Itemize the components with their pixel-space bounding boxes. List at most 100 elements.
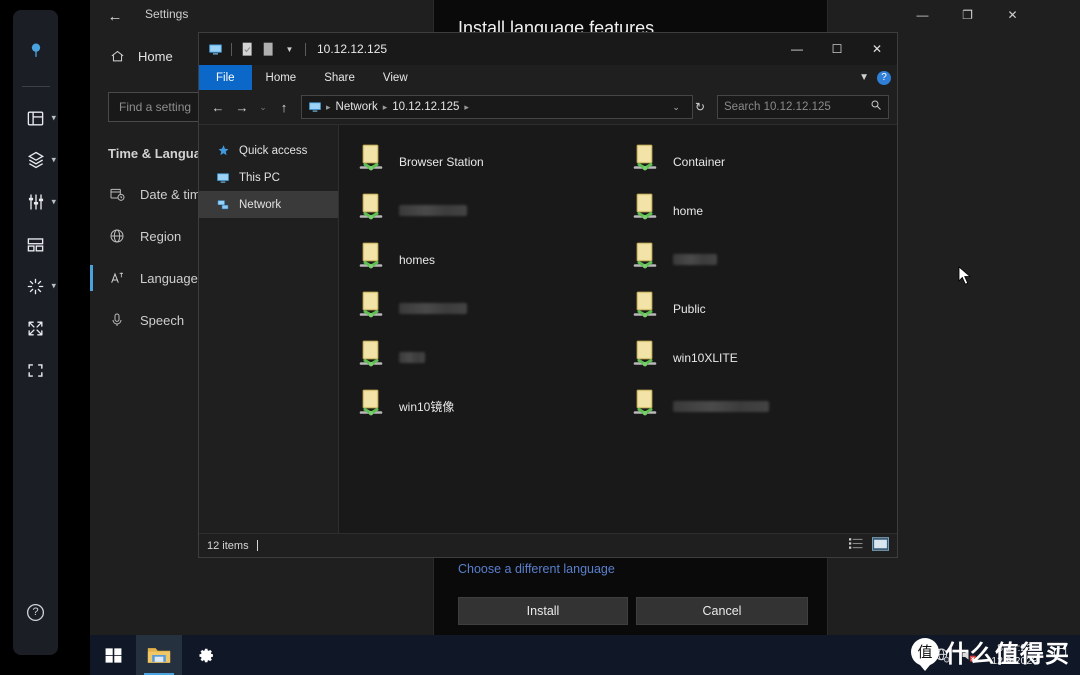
network-share-folder-icon [629, 290, 661, 327]
new-folder-icon[interactable] [260, 41, 277, 58]
expand-ribbon-chevron-icon[interactable]: ▼ [859, 72, 869, 83]
sidebar-item-label: Language [140, 270, 198, 286]
settings-close-button[interactable]: ✕ [990, 0, 1035, 30]
network-share-folder-icon [629, 143, 661, 180]
explorer-maximize-button[interactable]: ☐ [817, 33, 857, 65]
search-input[interactable]: Search 10.12.12.125 [717, 95, 889, 119]
recent-locations-button[interactable]: ⌄ [255, 95, 271, 119]
address-history-chevron-icon[interactable]: ⌄ [664, 102, 688, 113]
tab-share[interactable]: Share [310, 65, 369, 90]
network-share-folder-icon [629, 241, 661, 278]
settings-window-title: Settings [145, 7, 189, 21]
sliders-adjust-icon[interactable]: ▾ [13, 181, 58, 223]
file-item-label: Public [673, 301, 706, 316]
settings-nav-home-label: Home [138, 48, 173, 64]
crop-frame-icon[interactable] [13, 349, 58, 391]
file-item[interactable]: home [623, 186, 897, 235]
desktop-screen: ▾ ▾ ▾ ▾ ? — ❐ ✕ ← Settings Home Find a s… [0, 0, 1080, 675]
file-item-label [399, 352, 425, 363]
sidebar-item-quick-access[interactable]: Quick access [199, 137, 338, 164]
clock[interactable]: 8:27:23 12/9/2023 [987, 642, 1042, 668]
breadcrumb-host[interactable]: 10.12.12.125 [389, 101, 462, 113]
location-pin-icon[interactable] [13, 30, 58, 72]
settings-minimize-button[interactable]: — [900, 0, 945, 30]
tab-file[interactable]: File [199, 65, 252, 90]
properties-icon[interactable] [239, 41, 256, 58]
file-item[interactable] [349, 186, 623, 235]
file-item[interactable] [349, 333, 623, 382]
this-pc-icon[interactable] [207, 41, 224, 58]
search-icon [870, 98, 882, 116]
refresh-button[interactable]: ↻ [695, 100, 709, 114]
details-view-icon[interactable] [849, 537, 864, 555]
explorer-minimize-button[interactable]: — [777, 33, 817, 65]
microphone-icon [108, 311, 126, 329]
file-item-label: win10镜像 [399, 400, 455, 414]
choose-different-language-link[interactable]: Choose a different language [458, 562, 615, 576]
file-item-label [673, 254, 717, 265]
file-item[interactable]: Container [623, 137, 897, 186]
taskbar-settings[interactable] [182, 635, 228, 675]
chevron-down-icon[interactable]: ▾ [51, 113, 56, 123]
chevron-down-icon[interactable]: ▾ [51, 281, 56, 291]
file-item[interactable]: homes [349, 235, 623, 284]
action-center-icon[interactable] [1052, 646, 1070, 664]
globe-network-warning-icon[interactable] [934, 647, 950, 663]
customize-qat-chevron-icon[interactable]: ▼ [281, 41, 298, 58]
expand-arrows-icon[interactable] [13, 307, 58, 349]
file-item[interactable]: Public [623, 284, 897, 333]
file-item[interactable] [349, 284, 623, 333]
status-caret [256, 540, 258, 551]
breadcrumb-separator: ▸ [464, 101, 469, 112]
chevron-down-icon[interactable]: ▾ [51, 155, 56, 165]
explorer-ribbon-tabs: File Home Share View ▼ ? [199, 65, 897, 90]
start-button[interactable] [90, 635, 136, 675]
file-item[interactable]: win10镜像 [349, 382, 623, 431]
large-icons-view-icon[interactable] [872, 536, 889, 556]
explorer-body: Quick access This PC Network Browser Sta… [199, 124, 897, 533]
breadcrumb-network[interactable]: Network [333, 101, 381, 113]
file-item-label: Browser Station [399, 154, 484, 169]
file-item-label [399, 205, 467, 216]
chevron-down-icon[interactable]: ▾ [51, 197, 56, 207]
sidebar-item-label: Network [239, 198, 282, 211]
help-icon[interactable]: ? [877, 70, 891, 85]
explorer-file-list[interactable]: Browser Station Container home homes Pub… [339, 125, 897, 533]
forward-button[interactable]: → [231, 95, 253, 119]
back-button[interactable]: ← [207, 95, 229, 119]
explorer-navigation-bar: ← → ⌄ ↑ ▸ Network ▸ 10.12.12.125 ▸ ⌄ ↻ S… [199, 90, 897, 124]
sidebar-item-label: Speech [140, 312, 185, 328]
file-item[interactable]: win10XLITE [623, 333, 897, 382]
layout-panel-icon[interactable]: ▾ [13, 97, 58, 139]
layers-stack-icon[interactable]: ▾ [13, 139, 58, 181]
tray-overflow-chevron-icon[interactable]: ⌃ [914, 648, 924, 662]
up-button[interactable]: ↑ [273, 95, 295, 119]
install-button[interactable]: Install [458, 597, 628, 625]
system-tray: ⌃ 8:27:23 12/9/2023 [914, 635, 1080, 675]
settings-maximize-button[interactable]: ❐ [945, 0, 990, 30]
explorer-titlebar[interactable]: ▼ 10.12.12.125 — ☐ ✕ [199, 33, 897, 65]
tab-home[interactable]: Home [252, 65, 311, 90]
settings-back-button[interactable]: ← [102, 4, 128, 28]
home-icon [108, 47, 126, 65]
rail-divider [21, 86, 50, 87]
file-explorer-window: ▼ 10.12.12.125 — ☐ ✕ File Home Share Vie… [198, 32, 898, 558]
sparkle-burst-icon[interactable]: ▾ [13, 265, 58, 307]
grid-blocks-icon[interactable] [13, 223, 58, 265]
file-item[interactable]: Browser Station [349, 137, 623, 186]
quick-access-toolbar: ▼ [199, 41, 309, 58]
speaker-muted-icon[interactable] [960, 647, 977, 663]
sidebar-item-this-pc[interactable]: This PC [199, 164, 338, 191]
file-item[interactable] [623, 235, 897, 284]
file-item[interactable] [623, 382, 897, 431]
dialog-footer: Choose a different language Install Canc… [434, 547, 827, 639]
file-item-label [673, 401, 769, 412]
explorer-close-button[interactable]: ✕ [857, 33, 897, 65]
sidebar-item-network[interactable]: Network [199, 191, 338, 218]
address-bar[interactable]: ▸ Network ▸ 10.12.12.125 ▸ ⌄ [301, 95, 693, 119]
help-icon[interactable]: ? [13, 591, 58, 633]
cancel-button[interactable]: Cancel [636, 597, 808, 625]
qat-separator [305, 42, 306, 56]
tab-view[interactable]: View [369, 65, 422, 90]
taskbar-file-explorer[interactable] [136, 635, 182, 675]
